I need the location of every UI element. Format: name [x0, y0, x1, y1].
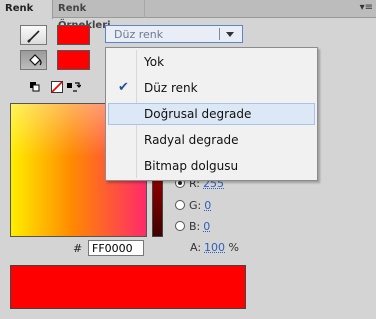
stroke-color-swatch[interactable]: [57, 25, 90, 45]
fill-type-select[interactable]: Düz renk: [105, 25, 243, 43]
g-radio[interactable]: [175, 200, 185, 210]
g-label: G:: [189, 199, 202, 212]
rgb-row-g: G: 0: [175, 199, 211, 213]
panel-menu-icon[interactable]: ▾≡: [360, 2, 373, 14]
a-label: A:: [190, 241, 202, 254]
menu-item-duz-renk[interactable]: ✔ Düz renk: [108, 77, 315, 99]
tab-renk[interactable]: Renk: [0, 0, 53, 19]
checkmark-icon: ✔: [118, 80, 129, 95]
fill-color-swatch[interactable]: [57, 50, 90, 70]
rgb-row-b: B: 0: [175, 220, 210, 234]
menu-item-dogrusal-degrade[interactable]: Doğrusal degrade: [108, 103, 315, 125]
tab-renk-ornekleri[interactable]: Renk Örnekleri: [53, 0, 145, 31]
hex-color-input[interactable]: [88, 240, 144, 256]
hex-hash-label: #: [73, 242, 83, 255]
menu-item-label: Doğrusal degrade: [144, 107, 252, 121]
a-value[interactable]: 100: [204, 241, 225, 254]
fill-color-tool-button[interactable]: [20, 50, 47, 70]
g-value[interactable]: 0: [204, 199, 211, 212]
b-label: B:: [189, 220, 201, 233]
paint-bucket-icon: [29, 54, 42, 66]
swap-colors-icon[interactable]: [67, 81, 81, 93]
menu-item-label: Düz renk: [144, 81, 198, 95]
select-divider: [219, 28, 220, 40]
menu-item-bitmap-dolgusu[interactable]: Bitmap dolgusu: [108, 155, 315, 177]
menu-item-label: Yok: [144, 55, 165, 69]
chevron-down-icon: [226, 32, 234, 37]
panel-tab-bar: Renk Renk Örnekleri ▾≡: [0, 0, 376, 31]
pencil-icon: [27, 30, 40, 43]
no-color-icon[interactable]: [51, 81, 63, 93]
a-unit: %: [228, 241, 239, 254]
menu-item-yok[interactable]: Yok: [108, 51, 315, 73]
menu-item-label: Radyal degrade: [144, 133, 239, 147]
menu-item-radyal-degrade[interactable]: Radyal degrade: [108, 129, 315, 151]
stroke-color-tool-button[interactable]: [20, 25, 47, 45]
fill-type-menu: Yok ✔ Düz renk Doğrusal degrade Radyal d…: [105, 47, 318, 181]
b-radio[interactable]: [175, 221, 185, 231]
menu-item-label: Bitmap dolgusu: [144, 159, 239, 173]
fill-type-selected-value: Düz renk: [114, 28, 164, 41]
color-preview: [10, 265, 246, 309]
default-colors-icon[interactable]: [30, 82, 40, 92]
alpha-row: A: 100 %: [190, 241, 239, 255]
b-value[interactable]: 0: [203, 220, 210, 233]
